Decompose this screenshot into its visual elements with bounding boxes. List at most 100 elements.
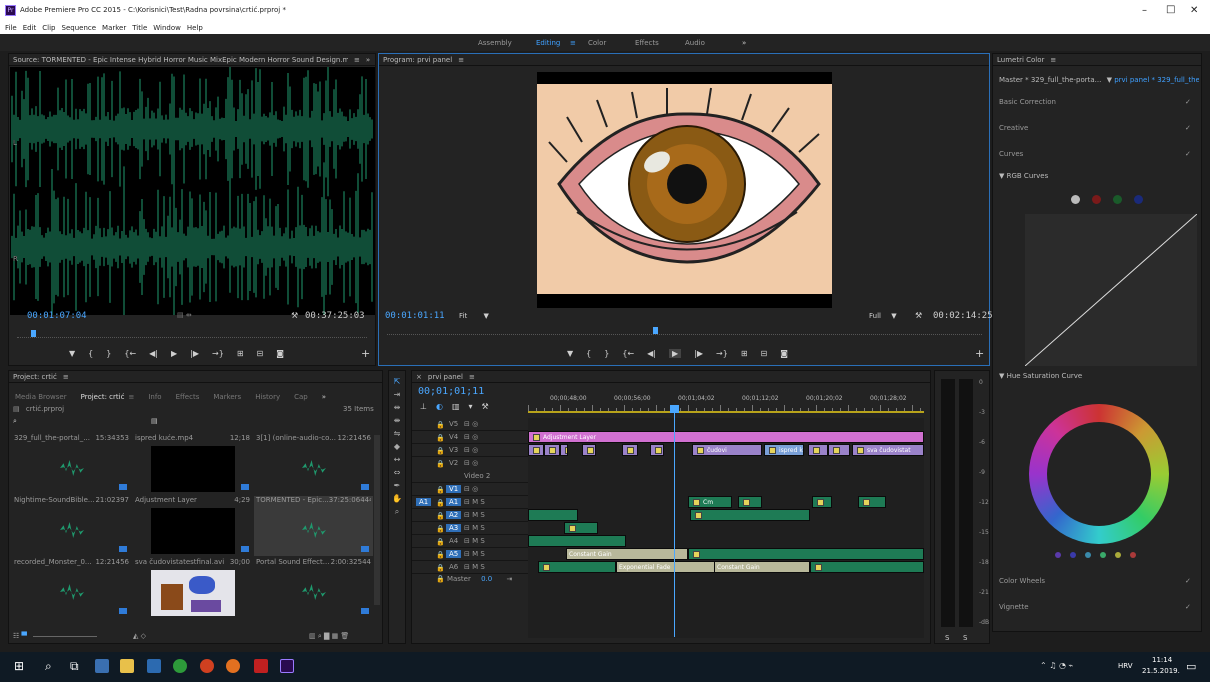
search-icon[interactable]: ⌕ xyxy=(45,659,52,674)
snap-icon[interactable]: ◐ xyxy=(436,402,443,411)
tab-markers[interactable]: Markers xyxy=(213,393,241,401)
timeline-playhead[interactable] xyxy=(674,405,675,637)
nest-icon[interactable]: ⊥ xyxy=(420,402,427,411)
track-header-master[interactable]: 🔒 Master 0.0 ⇥ xyxy=(436,575,526,583)
premiere-taskbar-icon[interactable] xyxy=(280,659,294,673)
track-label[interactable]: A5 xyxy=(446,550,462,558)
mute-solo-icons[interactable]: ⊟ M S xyxy=(464,537,485,545)
rolling-edit-tool-icon[interactable]: ⇼ xyxy=(389,416,405,425)
program-timecode[interactable]: 00:01:01:11 xyxy=(385,311,445,321)
tab-media-browser[interactable]: Media Browser xyxy=(15,393,67,401)
video-clip[interactable] xyxy=(622,444,638,456)
track-label[interactable]: V5 xyxy=(446,420,461,428)
clock-time[interactable]: 11:14 xyxy=(1152,656,1172,664)
dropdown-icon[interactable]: ▼ xyxy=(1107,76,1112,84)
lock-icon[interactable]: 🔒 xyxy=(436,434,445,442)
track-header-a3[interactable]: 🔒 A3 ⊟ M S xyxy=(412,522,528,535)
mute-solo-icons[interactable]: ⊟ M S xyxy=(464,550,485,558)
firefox-icon[interactable] xyxy=(226,659,240,673)
step-forward-icon[interactable]: |▶ xyxy=(190,349,199,358)
hue-sat-header[interactable]: ▼ Hue Saturation Curve xyxy=(999,372,1082,380)
audio-clip[interactable] xyxy=(858,496,886,508)
program-title[interactable]: Program: prvi panel xyxy=(383,54,452,65)
overwrite-icon[interactable]: ⊟ xyxy=(257,349,264,358)
audio-clip[interactable] xyxy=(688,548,924,560)
menu-file[interactable]: File xyxy=(5,24,17,33)
workspace-audio[interactable]: Audio xyxy=(685,39,705,47)
track-label[interactable]: V1 xyxy=(446,485,462,493)
audio-clip[interactable]: Exponential Fade xyxy=(616,561,716,573)
track-header-a4[interactable]: 🔒 A4 ⊟ M S xyxy=(412,535,528,548)
audio-clip[interactable]: Constant Gain xyxy=(714,561,810,573)
settings-wrench-icon[interactable]: ⚒ xyxy=(482,402,489,411)
sync-lock-icon[interactable]: ⊟ ◎ xyxy=(464,433,478,441)
lock-icon[interactable]: 🔒 xyxy=(436,486,445,494)
track-header-a5[interactable]: 🔒 A5 ⊟ M S xyxy=(412,548,528,561)
mark-in-icon[interactable]: { xyxy=(586,349,591,358)
razor-tool-icon[interactable]: ◆ xyxy=(389,442,405,451)
workspace-editing-menu[interactable]: ≡ xyxy=(570,39,576,47)
tab-cap[interactable]: Cap xyxy=(294,393,308,401)
project-item[interactable]: Portal Sound Effect... 2:00:32544 xyxy=(254,558,373,618)
source-wrench-icon[interactable]: ⚒ xyxy=(291,311,298,320)
video-clip[interactable]: ispred k xyxy=(764,444,804,456)
audio-clip[interactable] xyxy=(564,522,598,534)
track-header-v3[interactable]: 🔒 V3 ⊟ ◎ xyxy=(412,444,528,457)
task-view-icon[interactable]: ⧉ xyxy=(70,659,79,674)
ripple-edit-tool-icon[interactable]: ⇹ xyxy=(389,403,405,412)
red-channel-button[interactable] xyxy=(1092,195,1101,204)
menu-marker[interactable]: Marker xyxy=(102,24,126,33)
lock-icon[interactable]: 🔒 xyxy=(436,551,445,559)
step-back-icon[interactable]: ◀| xyxy=(149,349,158,358)
project-scrollbar[interactable] xyxy=(374,435,380,605)
timeline-ruler[interactable]: 00;00;48;00 00;00;56;00 00;01;04;02 00;01;1… xyxy=(528,393,924,413)
solo-left-button[interactable]: S xyxy=(945,634,949,642)
go-to-in-icon[interactable]: {← xyxy=(622,349,634,358)
audio-clip[interactable] xyxy=(812,496,832,508)
track-header-v2[interactable]: 🔒 V2 ⊟ ◎ Video 2 xyxy=(412,457,528,483)
track-label[interactable]: A4 xyxy=(446,537,461,545)
mark-out-icon[interactable]: } xyxy=(106,349,111,358)
playhead-handle[interactable] xyxy=(670,405,679,413)
timeline-menu[interactable]: ≡ xyxy=(469,371,475,382)
play-icon[interactable]: ▶ xyxy=(669,349,682,358)
go-to-in-icon[interactable]: {← xyxy=(124,349,136,358)
program-scrubber[interactable] xyxy=(387,327,982,335)
track-label[interactable]: A3 xyxy=(446,524,462,532)
chrome-icon[interactable] xyxy=(173,659,187,673)
resolution-select[interactable]: Full ▼ xyxy=(869,312,897,320)
source-drag-icon[interactable]: ▤ ⇹ xyxy=(177,311,192,319)
hue-point[interactable] xyxy=(1100,552,1106,558)
solo-right-button[interactable]: S xyxy=(963,634,967,642)
menu-clip[interactable]: Clip xyxy=(42,24,55,33)
audio-clip[interactable]: Cm xyxy=(688,496,732,508)
rgb-curve-graph[interactable] xyxy=(1024,213,1198,367)
camera-icon[interactable]: ◙ xyxy=(780,349,788,358)
workspace-assembly[interactable]: Assembly xyxy=(478,39,512,47)
video-clip[interactable] xyxy=(560,444,568,456)
windows-start-icon[interactable]: ⊞ xyxy=(14,659,24,673)
new-bin-icon[interactable]: ▤ xyxy=(151,417,158,425)
menu-help[interactable]: Help xyxy=(187,24,203,33)
marker-icon[interactable]: ▾ xyxy=(469,402,473,411)
lumetri-menu[interactable]: ≡ xyxy=(1050,54,1056,65)
section-color-wheels[interactable]: Color Wheels ✓ xyxy=(999,577,1195,585)
program-add-button[interactable]: + xyxy=(975,347,984,360)
mark-out-icon[interactable]: } xyxy=(604,349,609,358)
file-explorer-icon[interactable] xyxy=(120,659,134,673)
lumetri-title[interactable]: Lumetri Color xyxy=(997,54,1044,65)
lock-icon[interactable]: 🔒 xyxy=(436,460,445,468)
audio-clip[interactable] xyxy=(810,561,924,573)
white-channel-button[interactable] xyxy=(1071,195,1080,204)
lock-icon[interactable]: 🔒 xyxy=(436,447,445,455)
go-to-out-icon[interactable]: →} xyxy=(212,349,224,358)
lock-icon[interactable]: 🔒 xyxy=(436,512,445,520)
section-vignette[interactable]: Vignette ✓ xyxy=(999,603,1195,611)
source-menu[interactable]: ≡ xyxy=(354,54,360,65)
video-clip[interactable] xyxy=(528,444,544,456)
workspace-color[interactable]: Color xyxy=(588,39,606,47)
list-view-icon[interactable]: ☷ xyxy=(13,632,19,640)
source-timecode[interactable]: 00:01:07:04 xyxy=(27,311,87,321)
track-header-a2[interactable]: 🔒 A2 ⊟ M S xyxy=(412,509,528,522)
sort-icon[interactable]: ◭ ◇ xyxy=(133,632,146,640)
